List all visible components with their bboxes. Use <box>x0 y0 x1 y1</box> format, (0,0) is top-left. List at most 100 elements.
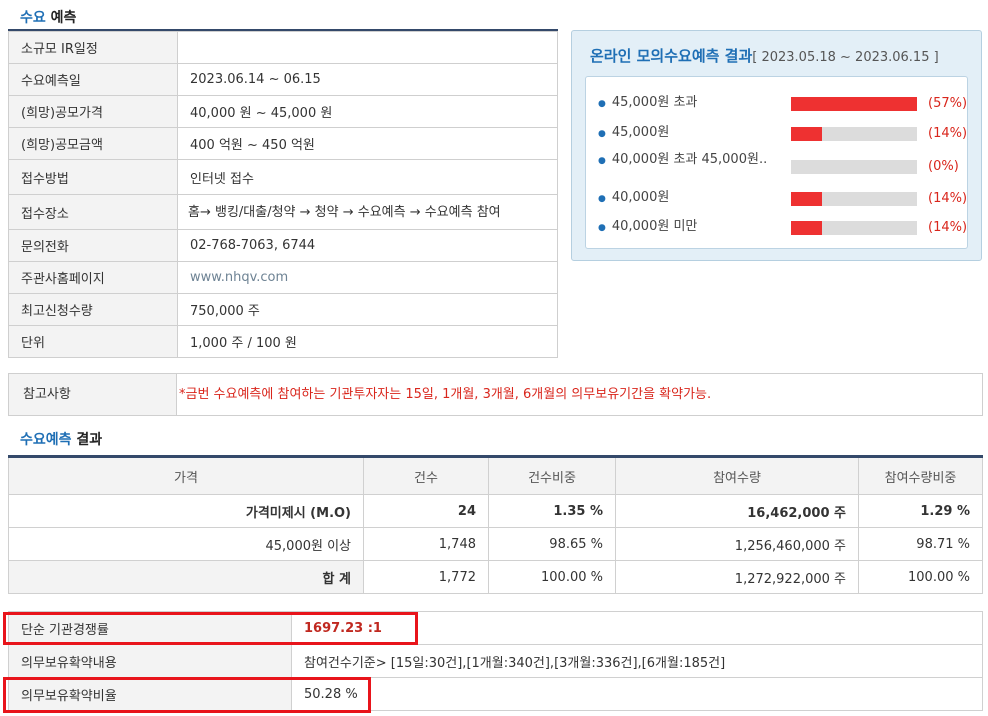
row-value: 40,000 원 ~ 45,000 원 <box>177 95 558 128</box>
row-label: 단위 <box>8 325 178 358</box>
online-result-item: ● 40,000원 (14%) <box>598 190 968 210</box>
table-cell: 합 계 <box>8 560 364 594</box>
result-section-title: 수요예측 결과 <box>20 429 102 449</box>
row-label: 문의전화 <box>8 229 178 262</box>
bullet-icon: ● <box>598 99 606 109</box>
table-cell: 1.35 % <box>488 494 616 528</box>
table-cell: 16,462,000 주 <box>615 494 859 528</box>
table-cell: 1,272,922,000 주 <box>615 560 859 594</box>
demand-info-table: 소규모 IR일정 수요예측일 2023.06.14 ~ 06.15 (희망)공모… <box>8 31 558 358</box>
column-header: 건수비중 <box>488 455 616 495</box>
online-mock-forecast-box: 온라인 모의수요예측 결과[ 2023.05.18 ~ 2023.06.15 ]… <box>571 30 982 261</box>
row-value <box>177 31 558 64</box>
online-box-title: 온라인 모의수요예측 결과 <box>590 47 753 65</box>
online-result-item: ● 40,000원 미만 (14%) <box>598 219 968 239</box>
column-header: 건수 <box>363 455 489 495</box>
bullet-icon: ● <box>598 223 606 233</box>
result-label: 40,000원 <box>611 190 670 205</box>
row-label: 수요예측일 <box>8 63 178 96</box>
table-row: 최고신청수량 750,000 주 <box>8 293 558 326</box>
result-bar-fill <box>791 97 917 111</box>
table-row: 의무보유확약내용 참여건수기준> [15일:30건],[1개월:340건],[3… <box>8 644 983 678</box>
table-cell: 98.71 % <box>858 527 983 561</box>
highlight-box-lockup-ratio <box>3 677 371 713</box>
result-bar-fill <box>791 221 822 235</box>
bullet-icon: ● <box>598 156 606 166</box>
result-label: 40,000원 초과 45,000원.. <box>611 152 768 167</box>
row-value: 400 억원 ~ 450 억원 <box>177 127 558 160</box>
row-value: 2023.06.14 ~ 06.15 <box>177 63 558 96</box>
row-value: 750,000 주 <box>177 293 558 326</box>
lockup-ratio-value: 50.28 % <box>291 677 983 711</box>
note-row: 참고사항 *금번 수요예측에 참여하는 기관투자자는 15일, 1개월, 3개월… <box>8 373 983 416</box>
online-result-item: ● 40,000원 초과 45,000원.. (0%) <box>598 152 968 184</box>
column-header: 가격 <box>8 455 364 495</box>
row-label: 주관사홈페이지 <box>8 261 178 294</box>
result-bar <box>791 192 917 206</box>
row-label: 최고신청수량 <box>8 293 178 326</box>
result-bar <box>791 221 917 235</box>
result-label: 45,000원 <box>611 125 670 140</box>
summary-label: 의무보유확약내용 <box>8 644 292 678</box>
row-label: 접수장소 <box>8 194 178 230</box>
row-value: 02-768-7063, 6744 <box>177 229 558 262</box>
result-percent: (14%) <box>928 191 968 206</box>
row-value: 인터넷 접수 <box>177 159 558 195</box>
table-cell: 98.65 % <box>488 527 616 561</box>
demand-title-rest: 예측 <box>50 10 77 26</box>
bullet-icon: ● <box>598 194 606 204</box>
highlight-box-competition <box>3 612 418 645</box>
demand-result-table: 가격 건수 건수비중 참여수량 참여수량비중 가격미제시 (M.O) 24 1.… <box>8 455 983 594</box>
table-cell: 24 <box>363 494 489 528</box>
online-box-header: 온라인 모의수요예측 결과[ 2023.05.18 ~ 2023.06.15 ] <box>590 45 939 66</box>
result-bar-fill <box>791 127 822 141</box>
table-header-row: 가격 건수 건수비중 참여수량 참여수량비중 <box>8 455 983 495</box>
result-label: 45,000원 초과 <box>611 95 698 110</box>
table-row: 45,000원 이상 1,748 98.65 % 1,256,460,000 주… <box>8 527 983 561</box>
online-result-item: ● 45,000원 (14%) <box>598 125 968 145</box>
table-cell: 1,256,460,000 주 <box>615 527 859 561</box>
table-cell: 100.00 % <box>488 560 616 594</box>
table-row: 소규모 IR일정 <box>8 31 558 64</box>
table-total-row: 합 계 1,772 100.00 % 1,272,922,000 주 100.0… <box>8 560 983 594</box>
demand-title-accent: 수요 <box>20 10 46 26</box>
online-result-item: ● 45,000원 초과 (57%) <box>598 95 968 115</box>
row-value: 홈→ 뱅킹/대출/청약 → 청약 → 수요예측 → 수요예측 참여 <box>177 194 558 230</box>
column-header: 참여수량 <box>615 455 859 495</box>
homepage-link[interactable]: www.nhqv.com <box>177 261 558 294</box>
table-row: 수요예측일 2023.06.14 ~ 06.15 <box>8 63 558 96</box>
table-cell: 1,772 <box>363 560 489 594</box>
table-cell: 45,000원 이상 <box>8 527 364 561</box>
result-bar-fill <box>791 192 822 206</box>
table-cell: 1.29 % <box>858 494 983 528</box>
online-box-date-range: [ 2023.05.18 ~ 2023.06.15 ] <box>752 50 939 65</box>
lockup-details-value: 참여건수기준> [15일:30건],[1개월:340건],[3개월:336건],… <box>291 644 983 678</box>
column-header: 참여수량비중 <box>858 455 983 495</box>
row-label: 접수방법 <box>8 159 178 195</box>
bullet-icon: ● <box>598 129 606 139</box>
row-label: (희망)공모금액 <box>8 127 178 160</box>
result-title-accent: 수요예측 <box>20 432 72 448</box>
table-cell: 100.00 % <box>858 560 983 594</box>
result-bar <box>791 127 917 141</box>
result-percent: (14%) <box>928 220 968 235</box>
table-row: (희망)공모가격 40,000 원 ~ 45,000 원 <box>8 95 558 128</box>
row-value: 1,000 주 / 100 원 <box>177 325 558 358</box>
table-row: 접수장소 홈→ 뱅킹/대출/청약 → 청약 → 수요예측 → 수요예측 참여 <box>8 194 558 230</box>
result-bar <box>791 97 917 111</box>
result-percent: (14%) <box>928 126 968 141</box>
result-bar <box>791 160 917 174</box>
result-label: 40,000원 미만 <box>611 219 698 234</box>
table-row: 문의전화 02-768-7063, 6744 <box>8 229 558 262</box>
table-row: 가격미제시 (M.O) 24 1.35 % 16,462,000 주 1.29 … <box>8 494 983 528</box>
table-cell: 가격미제시 (M.O) <box>8 494 364 528</box>
online-results-panel: ● 45,000원 초과 (57%) ● 45,000원 (14%) ● 40,000… <box>585 76 968 249</box>
result-percent: (0%) <box>928 159 959 174</box>
row-label: (희망)공모가격 <box>8 95 178 128</box>
row-label: 소규모 IR일정 <box>8 31 178 64</box>
table-row: 접수방법 인터넷 접수 <box>8 159 558 195</box>
note-label: 참고사항 <box>9 374 177 415</box>
table-row: 단위 1,000 주 / 100 원 <box>8 325 558 358</box>
table-cell: 1,748 <box>363 527 489 561</box>
result-title-rest: 결과 <box>76 432 103 448</box>
